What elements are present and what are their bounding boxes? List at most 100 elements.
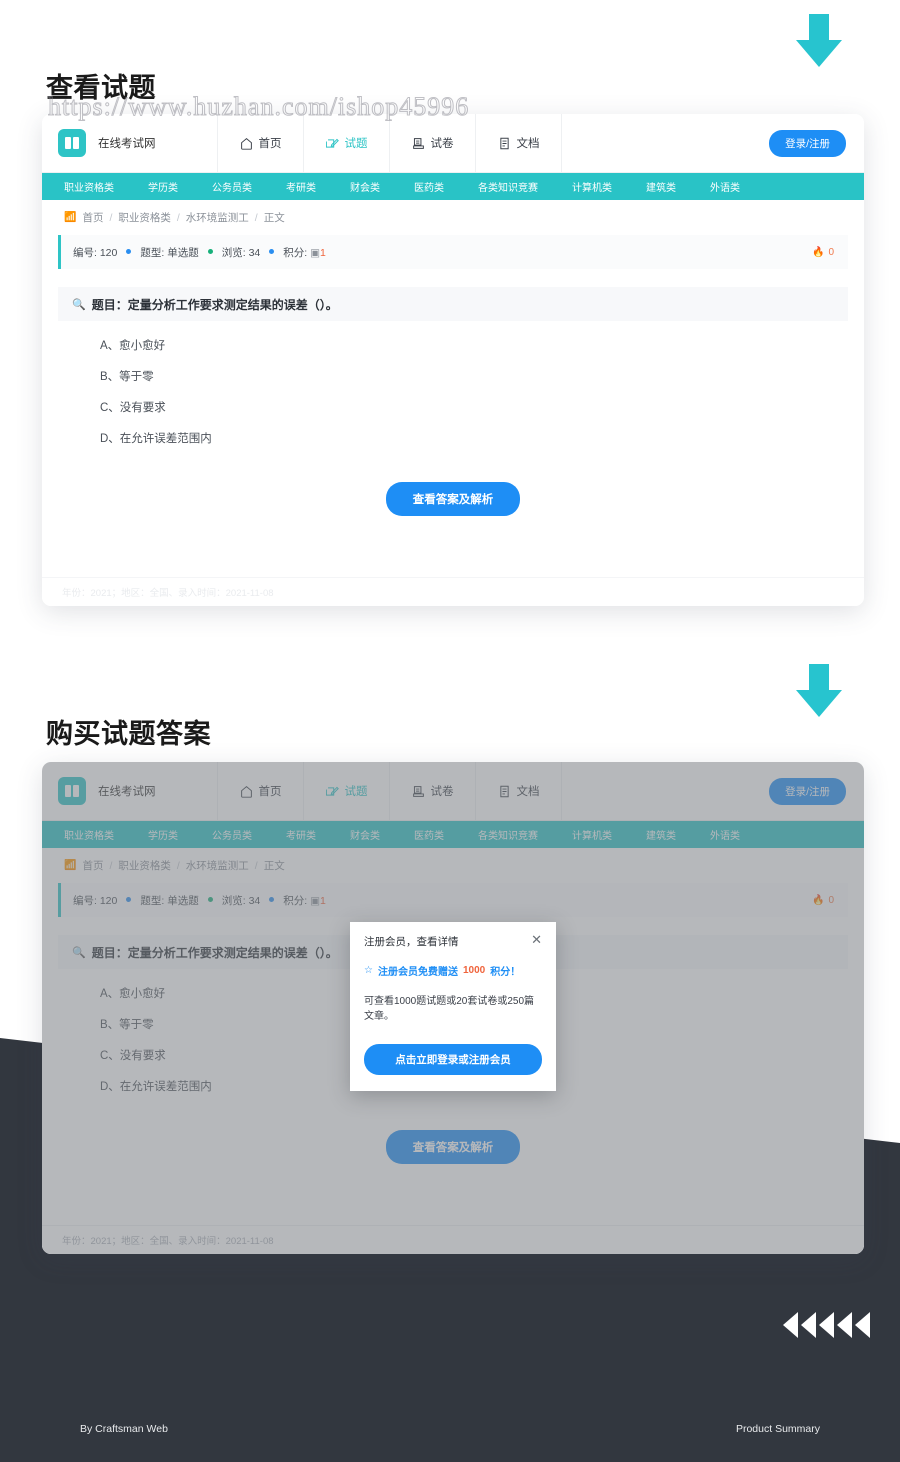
book-icon xyxy=(58,777,86,805)
modal-title: 注册会员，查看详情 xyxy=(364,936,459,948)
nav-label: 试题 xyxy=(344,138,368,150)
question-option-b[interactable]: B、等于零 xyxy=(100,368,864,384)
left-triangle-icon xyxy=(855,1312,870,1338)
book-icon xyxy=(58,129,86,157)
brand-logo-area[interactable]: 在线考试网 xyxy=(42,762,218,820)
login-register-button[interactable]: 登录/注册 xyxy=(769,777,846,805)
meta-id-value: 120 xyxy=(99,246,118,259)
meta-views: 浏览: 34 xyxy=(222,245,261,260)
category-item-6[interactable]: 各类知识竞赛 xyxy=(478,827,538,842)
category-item-1[interactable]: 学历类 xyxy=(148,179,178,194)
breadcrumb-item-0[interactable]: 首页 xyxy=(82,210,103,225)
category-item-0[interactable]: 职业资格类 xyxy=(64,179,114,194)
category-item-3[interactable]: 考研类 xyxy=(286,179,316,194)
register-modal: 注册会员，查看详情 ✕ ☆ 注册会员免费赠送 1000 积分！ 可查看1000题试题… xyxy=(350,922,556,1091)
category-item-5[interactable]: 医药类 xyxy=(414,827,444,842)
breadcrumb-item-1[interactable]: 职业资格类 xyxy=(118,858,171,873)
breadcrumb-item-0[interactable]: 首页 xyxy=(82,858,103,873)
meta-views-value: 34 xyxy=(248,246,261,259)
category-item-2[interactable]: 公务员类 xyxy=(212,827,252,842)
paper-stack-icon xyxy=(412,785,425,798)
home-icon xyxy=(240,785,253,798)
modal-login-register-button[interactable]: 点击立即登录或注册会员 xyxy=(364,1044,542,1075)
left-triangle-icon xyxy=(819,1312,834,1338)
section-heading-buy-answer: 购买试题答案 xyxy=(46,719,211,749)
category-item-3[interactable]: 考研类 xyxy=(286,827,316,842)
brand-logo-area[interactable]: 在线考试网 xyxy=(42,114,218,172)
breadcrumb-separator: / xyxy=(109,859,113,872)
hot-count: 🔥 0 xyxy=(812,895,834,906)
breadcrumb-separator: / xyxy=(109,211,113,224)
category-bar: 职业资格类 学历类 公务员类 考研类 财会类 医药类 各类知识竞赛 计算机类 建… xyxy=(42,173,864,200)
meta-views-value: 34 xyxy=(248,894,261,907)
nav-item-papers[interactable]: 试卷 xyxy=(390,114,476,172)
breadcrumb-item-2[interactable]: 水环境监测工 xyxy=(186,858,249,873)
meta-points-label: 积分: xyxy=(283,894,308,907)
category-item-4[interactable]: 财会类 xyxy=(350,179,380,194)
down-arrow-icon xyxy=(796,14,842,67)
category-item-8[interactable]: 建筑类 xyxy=(646,179,676,194)
category-item-7[interactable]: 计算机类 xyxy=(572,827,612,842)
view-answer-button[interactable]: 查看答案及解析 xyxy=(385,1130,521,1164)
category-item-7[interactable]: 计算机类 xyxy=(572,179,612,194)
meta-dot xyxy=(269,249,275,254)
hot-value: 0 xyxy=(828,246,834,258)
breadcrumb-item-2[interactable]: 水环境监测工 xyxy=(186,210,249,225)
category-item-1[interactable]: 学历类 xyxy=(148,827,178,842)
category-item-0[interactable]: 职业资格类 xyxy=(64,827,114,842)
category-item-8[interactable]: 建筑类 xyxy=(646,827,676,842)
question-option-c[interactable]: C、没有要求 xyxy=(100,399,864,415)
flame-icon: 🔥 xyxy=(811,246,825,258)
category-item-9[interactable]: 外语类 xyxy=(710,827,740,842)
question-option-d[interactable]: D、在允许误差范围内 xyxy=(100,430,864,446)
breadcrumb-separator: / xyxy=(254,211,258,224)
magnifier-icon: 🔍 xyxy=(72,298,86,311)
nav-label: 首页 xyxy=(258,786,282,798)
category-item-9[interactable]: 外语类 xyxy=(710,179,740,194)
category-item-5[interactable]: 医药类 xyxy=(414,179,444,194)
category-item-6[interactable]: 各类知识竞赛 xyxy=(478,179,538,194)
login-register-button[interactable]: 登录/注册 xyxy=(769,129,846,157)
home-icon xyxy=(240,137,253,150)
view-answer-button[interactable]: 查看答案及解析 xyxy=(385,482,521,516)
nav-item-papers[interactable]: 试卷 xyxy=(390,762,476,820)
top-navigation-bar: 在线考试网 首页 试题 试卷 文档 登录/注册 xyxy=(42,114,864,173)
meta-dot xyxy=(207,897,213,902)
hot-value: 0 xyxy=(828,894,834,906)
nav-label: 文档 xyxy=(516,786,540,798)
nav-item-documents[interactable]: 文档 xyxy=(476,114,562,172)
close-icon[interactable]: ✕ xyxy=(531,933,542,946)
brand-name: 在线考试网 xyxy=(98,786,156,798)
nav-item-questions[interactable]: 试题 xyxy=(304,762,390,820)
edit-square-icon xyxy=(325,785,339,798)
nav-item-documents[interactable]: 文档 xyxy=(476,762,562,820)
down-arrow-icon xyxy=(796,664,842,717)
coin-icon: ▣ xyxy=(310,246,321,259)
card-footer-meta: 年份：2021；地区：全国、录入时间：2021-11-08 xyxy=(42,1225,864,1254)
category-item-4[interactable]: 财会类 xyxy=(350,827,380,842)
nav-item-home[interactable]: 首页 xyxy=(218,762,304,820)
top-navigation-bar: 在线考试网 首页 试题 试卷 文档 登录/注册 xyxy=(42,762,864,821)
rss-icon: 📶 xyxy=(64,212,77,223)
question-meta-bar: 编号: 120 题型: 单选题 浏览: 34 积分: ▣1 🔥 0 xyxy=(58,235,848,269)
browser-card-buy-answer: 在线考试网 首页 试题 试卷 文档 登录/注册 职业资格类 学历类 公务员类 考… xyxy=(42,762,864,1254)
breadcrumb-item-1[interactable]: 职业资格类 xyxy=(118,210,171,225)
meta-views-label: 浏览: xyxy=(221,894,246,907)
question-action-area: 查看答案及解析 xyxy=(42,1130,864,1164)
question-option-a[interactable]: A、愈小愈好 xyxy=(100,337,864,353)
question-prompt: 题目：定量分析工作要求测定结果的误差（）。 xyxy=(91,945,338,960)
meta-id: 编号: 120 xyxy=(73,893,117,908)
nav-item-questions[interactable]: 试题 xyxy=(304,114,390,172)
breadcrumb-item-3: 正文 xyxy=(263,860,285,872)
left-triangle-icon xyxy=(783,1312,798,1338)
browser-card-view-question: 在线考试网 首页 试题 试卷 文档 登录/注册 职业资格类 学历类 公务员类 考… xyxy=(42,114,864,606)
nav-item-home[interactable]: 首页 xyxy=(218,114,304,172)
meta-id-label: 编号: xyxy=(73,246,97,259)
meta-type-label: 题型: xyxy=(140,246,165,259)
meta-dot xyxy=(207,249,213,254)
breadcrumb-separator: / xyxy=(176,859,180,872)
nav-label: 试卷 xyxy=(430,786,454,798)
category-item-2[interactable]: 公务员类 xyxy=(212,179,252,194)
category-bar: 职业资格类 学历类 公务员类 考研类 财会类 医药类 各类知识竞赛 计算机类 建… xyxy=(42,821,864,848)
